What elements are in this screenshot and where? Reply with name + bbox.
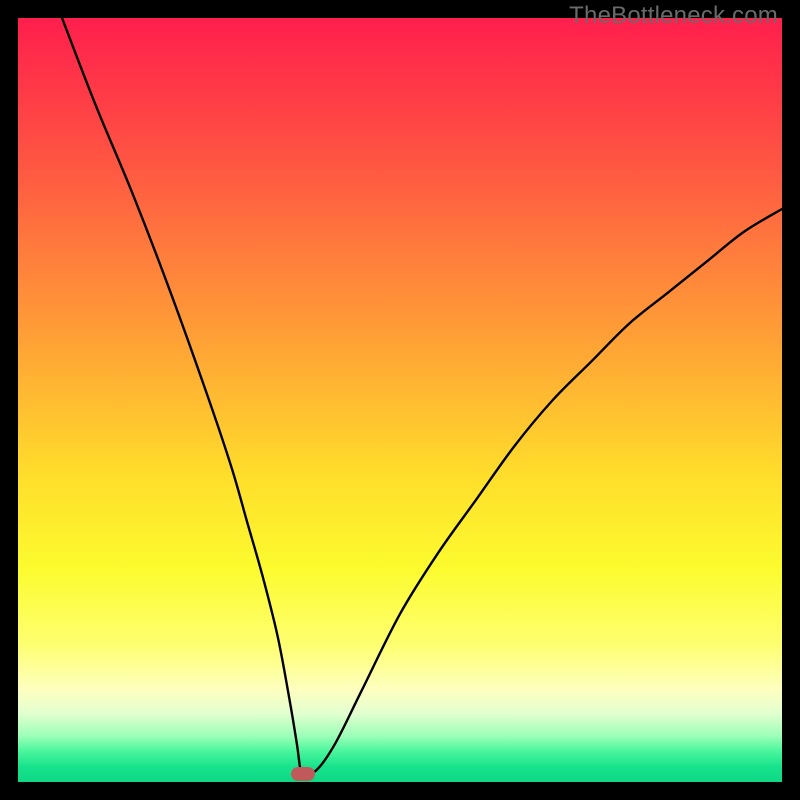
optimal-point-marker <box>291 767 315 781</box>
bottleneck-curve <box>18 18 782 782</box>
chart-frame: TheBottleneck.com <box>0 0 800 800</box>
watermark-text: TheBottleneck.com <box>569 2 778 30</box>
plot-area <box>18 18 782 782</box>
